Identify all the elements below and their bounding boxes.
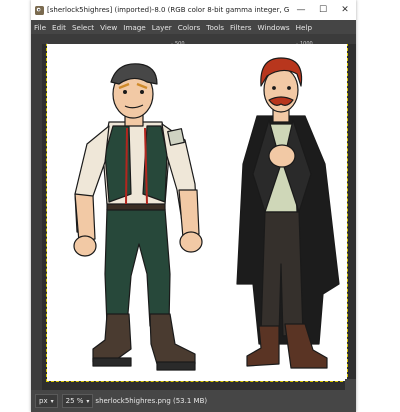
- menu-file[interactable]: File: [31, 23, 49, 32]
- title-bar: [sherlock5highres] (imported)-8.0 (RGB c…: [31, 0, 356, 20]
- menu-edit[interactable]: Edit: [49, 23, 69, 32]
- menu-tools[interactable]: Tools: [203, 23, 227, 32]
- unit-value: px: [39, 397, 48, 405]
- chevron-down-icon: ▾: [86, 397, 90, 405]
- menu-image[interactable]: Image: [120, 23, 149, 32]
- vertical-ruler[interactable]: [31, 44, 42, 390]
- menu-filters[interactable]: Filters: [227, 23, 255, 32]
- gimp-icon: [35, 5, 44, 15]
- navigate-corner-button[interactable]: [345, 379, 356, 390]
- minimize-button[interactable]: —: [290, 0, 312, 20]
- horizontal-ruler[interactable]: 500 1000: [42, 34, 356, 44]
- menu-windows[interactable]: Windows: [255, 23, 293, 32]
- file-info: sherlock5highres.png (53.1 MB): [95, 397, 208, 405]
- close-button[interactable]: ✕: [334, 0, 356, 20]
- menu-help[interactable]: Help: [293, 23, 315, 32]
- unit-select[interactable]: px ▾: [35, 394, 58, 408]
- menu-bar: File Edit Select View Image Layer Colors…: [31, 20, 356, 34]
- maximize-button[interactable]: ☐: [312, 0, 334, 20]
- chevron-down-icon: ▾: [50, 397, 54, 405]
- menu-view[interactable]: View: [97, 23, 120, 32]
- menu-colors[interactable]: Colors: [175, 23, 204, 32]
- image-canvas[interactable]: [46, 44, 348, 382]
- ruler-corner[interactable]: [31, 34, 42, 44]
- left-character-illustration: [73, 63, 203, 371]
- canvas-area[interactable]: [42, 44, 356, 390]
- window-title: [sherlock5highres] (imported)-8.0 (RGB c…: [47, 6, 290, 14]
- menu-layer[interactable]: Layer: [149, 23, 175, 32]
- zoom-value: 25 %: [65, 397, 84, 405]
- right-character-illustration: [236, 57, 340, 369]
- character-artwork: [73, 57, 340, 371]
- status-bar: px ▾ 25 % ▾ sherlock5highres.png (53.1 M…: [31, 390, 356, 412]
- gimp-window: [sherlock5highres] (imported)-8.0 (RGB c…: [31, 0, 356, 412]
- zoom-select[interactable]: 25 % ▾: [61, 394, 94, 408]
- menu-select[interactable]: Select: [69, 23, 97, 32]
